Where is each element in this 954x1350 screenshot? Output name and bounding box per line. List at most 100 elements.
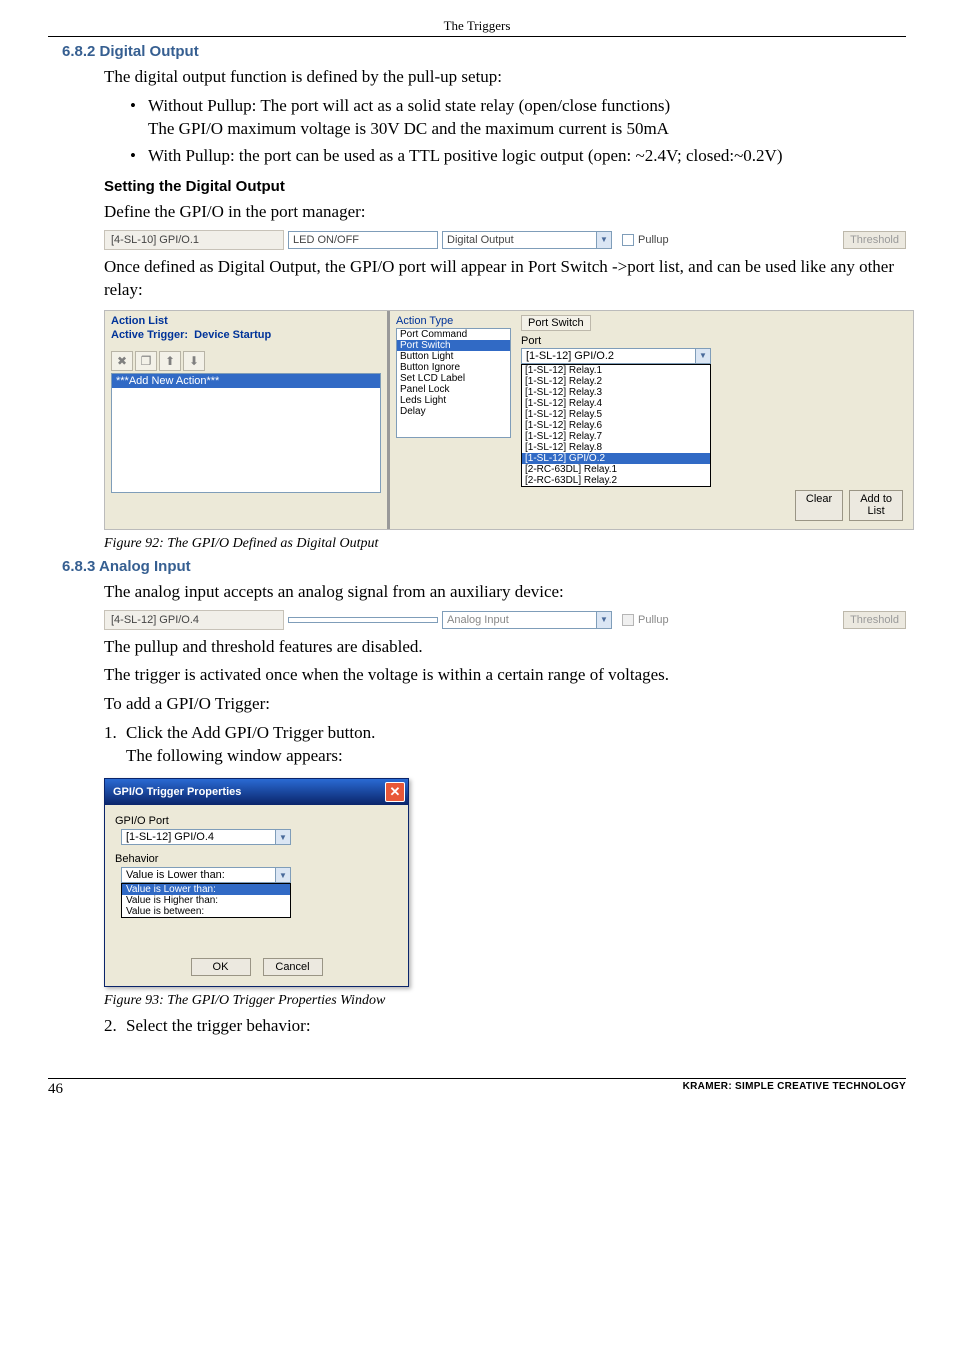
action-type-item[interactable]: Port Switch [397, 340, 510, 351]
chevron-down-icon[interactable]: ▼ [596, 231, 612, 249]
action-type-label: Action Type [396, 315, 511, 327]
para-pullup-disabled: The pullup and threshold features are di… [104, 636, 906, 659]
bullet-without-pullup: Without Pullup: The port will act as a s… [130, 95, 906, 141]
behavior-select[interactable]: Value is Lower than: ▼ [121, 867, 291, 883]
figure-92-panel: Action List Active Trigger: Device Start… [104, 310, 914, 530]
figure-93-caption: Figure 93: The GPI/O Trigger Properties … [104, 993, 906, 1009]
pm-pullup-label: Pullup [638, 234, 669, 246]
heading-683: 6.8.3 Analog Input [62, 558, 906, 575]
running-head: The Triggers [48, 18, 906, 34]
close-icon[interactable]: ✕ [385, 782, 405, 802]
action-add-new-row[interactable]: ***Add New Action*** [112, 374, 380, 388]
step-1-followup: The following window appears: [126, 746, 343, 765]
port-manager-row-analog: [4-SL-12] GPI/O.4 Analog Input ▼ Pullup … [104, 610, 906, 630]
pm-port-name: [4-SL-12] GPI/O.4 [104, 610, 284, 630]
port-list-item[interactable]: [1-SL-12] Relay.3 [522, 387, 710, 398]
para-intro-digital: The digital output function is defined b… [104, 66, 906, 89]
pm-port-type-select[interactable]: Digital Output ▼ [442, 231, 612, 249]
figure-92-caption: Figure 92: The GPI/O Defined as Digital … [104, 536, 906, 552]
move-up-icon[interactable]: ⬆ [159, 351, 181, 371]
ok-button[interactable]: OK [191, 958, 251, 976]
action-list-box[interactable]: ***Add New Action*** [111, 373, 381, 493]
action-type-item[interactable]: Delay [397, 406, 510, 417]
page-footer: 46 KRAMER: SIMPLE CREATIVE TECHNOLOGY [48, 1081, 906, 1104]
port-list-dropdown[interactable]: [1-SL-12] Relay.1 [1-SL-12] Relay.2 [1-S… [521, 364, 711, 487]
port-list-item[interactable]: [1-SL-12] Relay.6 [522, 420, 710, 431]
clear-button[interactable]: Clear [795, 490, 843, 520]
copy-icon[interactable]: ❐ [135, 351, 157, 371]
port-list-item[interactable]: [1-SL-12] Relay.7 [522, 431, 710, 442]
port-label: Port [521, 335, 907, 347]
behavior-value: Value is Lower than: [121, 867, 275, 883]
behavior-option[interactable]: Value is between: [122, 906, 290, 917]
action-list-toolbar: ✖ ❐ ⬆ ⬇ [111, 351, 381, 371]
bullet-with-pullup: With Pullup: the port can be used as a T… [130, 145, 906, 168]
para-trigger-activated: The trigger is activated once when the v… [104, 664, 906, 687]
port-list-item[interactable]: [1-SL-12] Relay.1 [522, 365, 710, 376]
behavior-option[interactable]: Value is Higher than: [122, 895, 290, 906]
pm-pullup-checkbox[interactable]: Pullup [622, 234, 669, 246]
footer-brand: KRAMER: SIMPLE CREATIVE TECHNOLOGY [683, 1081, 906, 1098]
gpio-port-value: [1-SL-12] GPI/O.4 [121, 829, 275, 845]
pm-port-name: [4-SL-10] GPI/O.1 [104, 230, 284, 250]
page-number: 46 [48, 1081, 63, 1098]
active-trigger-value: Device Startup [194, 329, 271, 341]
pm-port-description-input[interactable] [288, 617, 438, 623]
checkbox-icon [622, 614, 634, 626]
port-switch-box-title: Port Switch [521, 315, 591, 331]
action-type-item[interactable]: Button Light [397, 351, 510, 362]
port-list-item[interactable]: [2-RC-63DL] Relay.2 [522, 475, 710, 486]
heading-682: 6.8.2 Digital Output [62, 43, 906, 60]
chevron-down-icon[interactable]: ▼ [275, 867, 291, 883]
bullet-without-pullup-line2: The GPI/O maximum voltage is 30V DC and … [148, 119, 669, 138]
pm-port-type-value: Analog Input [442, 611, 596, 629]
port-select[interactable]: [1-SL-12] GPI/O.2 ▼ [521, 348, 711, 364]
delete-icon[interactable]: ✖ [111, 351, 133, 371]
action-list-column: Action List Active Trigger: Device Start… [105, 311, 390, 529]
chevron-down-icon[interactable]: ▼ [275, 829, 291, 845]
step-1-text: Click the Add GPI/O Trigger button. [126, 723, 375, 742]
heading-682-num: 6.8.2 [62, 43, 95, 60]
para-once-defined: Once defined as Digital Output, the GPI/… [104, 256, 906, 302]
pm-port-type-select[interactable]: Analog Input ▼ [442, 611, 612, 629]
port-list-item[interactable]: [1-SL-12] Relay.5 [522, 409, 710, 420]
chevron-down-icon[interactable]: ▼ [695, 348, 711, 364]
checkbox-icon [622, 234, 634, 246]
behavior-option[interactable]: Value is Lower than: [122, 884, 290, 895]
step-2: 2.Select the trigger behavior: [104, 1015, 906, 1038]
pm-pullup-label: Pullup [638, 614, 669, 626]
action-type-item[interactable]: Port Command [397, 329, 510, 340]
pm-threshold-button: Threshold [843, 231, 906, 249]
chevron-down-icon[interactable]: ▼ [596, 611, 612, 629]
port-list-item[interactable]: [1-SL-12] Relay.4 [522, 398, 710, 409]
port-select-value: [1-SL-12] GPI/O.2 [521, 348, 695, 364]
action-type-column: Action Type Port Command Port Switch But… [390, 311, 913, 529]
action-type-item[interactable]: Leds Light [397, 395, 510, 406]
pm-port-description-input[interactable]: LED ON/OFF [288, 231, 438, 249]
action-type-item[interactable]: Set LCD Label [397, 373, 510, 384]
cancel-button[interactable]: Cancel [263, 958, 323, 976]
top-rule [48, 36, 906, 37]
move-down-icon[interactable]: ⬇ [183, 351, 205, 371]
para-to-add-trigger: To add a GPI/O Trigger: [104, 693, 906, 716]
active-trigger-label: Active Trigger: [111, 329, 188, 341]
action-type-item[interactable]: Panel Lock [397, 384, 510, 395]
add-to-list-button[interactable]: Add to List [849, 490, 903, 520]
port-list-item[interactable]: [1-SL-12] Relay.8 [522, 442, 710, 453]
action-type-item[interactable]: Button Ignore [397, 362, 510, 373]
port-list-item[interactable]: [1-SL-12] Relay.2 [522, 376, 710, 387]
dialog-title: GPI/O Trigger Properties [113, 786, 385, 798]
step-1: 1.Click the Add GPI/O Trigger button. Th… [104, 722, 906, 768]
behavior-dropdown-list[interactable]: Value is Lower than: Value is Higher tha… [121, 883, 291, 918]
port-list-item[interactable]: [1-SL-12] GPI/O.2 [522, 453, 710, 464]
heading-683-title: Analog Input [99, 558, 191, 575]
port-list-item[interactable]: [2-RC-63DL] Relay.1 [522, 464, 710, 475]
pm-port-type-value: Digital Output [442, 231, 596, 249]
heading-setting-digital: Setting the Digital Output [104, 178, 906, 195]
action-type-listbox[interactable]: Port Command Port Switch Button Light Bu… [396, 328, 511, 438]
footer-rule [48, 1078, 906, 1079]
heading-683-num: 6.8.3 [62, 558, 95, 575]
para-define-gpio: Define the GPI/O in the port manager: [104, 201, 906, 224]
gpio-port-select[interactable]: [1-SL-12] GPI/O.4 ▼ [121, 829, 291, 845]
gpio-port-label: GPI/O Port [115, 815, 398, 827]
